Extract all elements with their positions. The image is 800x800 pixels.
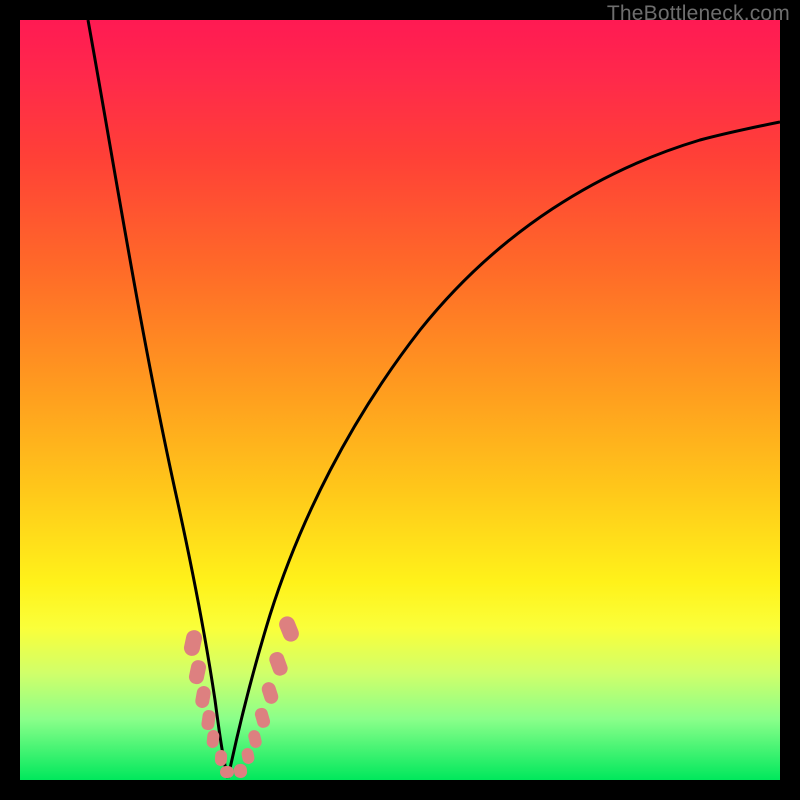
chart-svg [20,20,780,780]
valley-markers-group [182,614,301,779]
left-curve-path [88,20,228,778]
outer-frame: TheBottleneck.com [0,0,800,800]
plot-area [20,20,780,780]
right-curve-path [228,122,780,778]
watermark-text: TheBottleneck.com [607,2,790,26]
